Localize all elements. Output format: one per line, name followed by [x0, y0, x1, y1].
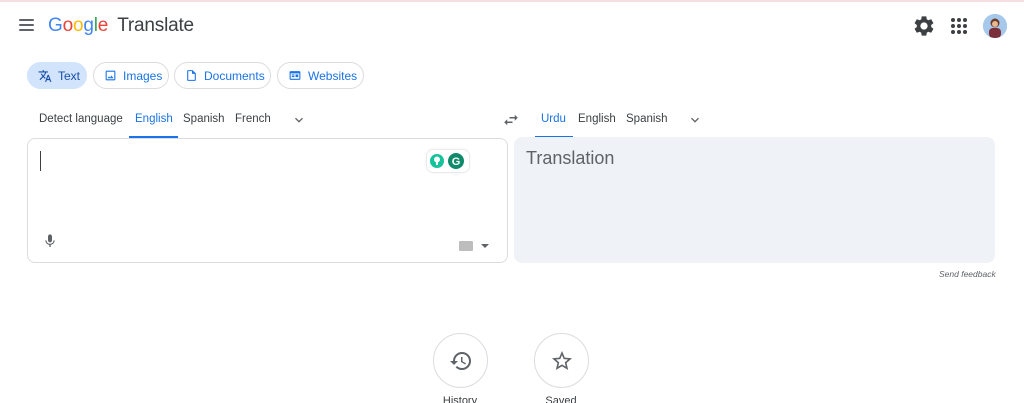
chevron-down-icon[interactable]: [291, 112, 307, 131]
text-cursor: [40, 151, 41, 171]
translate-icon: [38, 69, 52, 82]
logo-letter: G: [48, 15, 63, 36]
lang-english[interactable]: English: [135, 113, 173, 125]
lang-spanish[interactable]: Spanish: [626, 113, 668, 125]
history-icon: [450, 352, 471, 370]
product-name: Translate: [117, 15, 194, 36]
microphone-icon[interactable]: [42, 233, 58, 254]
saved-label: Saved: [545, 395, 577, 403]
send-feedback-link[interactable]: Send feedback: [939, 269, 996, 279]
menu-icon[interactable]: [14, 12, 40, 38]
avatar[interactable]: [983, 14, 1007, 38]
tab-images-label: Images: [123, 68, 163, 83]
target-language-bar: Urdu English Spanish: [535, 109, 995, 139]
image-icon: [105, 70, 116, 81]
source-language-bar: Detect language English Spanish French: [27, 109, 497, 139]
lang-urdu[interactable]: Urdu: [541, 113, 566, 125]
translation-output-panel: Translation: [514, 137, 995, 263]
settings-icon[interactable]: [912, 14, 936, 38]
grammarly-widget[interactable]: G: [427, 150, 469, 172]
keyboard-icon[interactable]: [459, 239, 491, 257]
app-header: Google Translate: [0, 2, 1024, 50]
document-icon: [187, 70, 196, 81]
lang-detect-language[interactable]: Detect language: [39, 113, 123, 125]
saved-button[interactable]: [534, 333, 589, 388]
website-icon: [289, 71, 301, 80]
logo-letter: o: [62, 15, 74, 36]
tab-text-label: Text: [58, 68, 81, 83]
logo-letter: o: [72, 15, 84, 36]
tab-images[interactable]: Images: [93, 62, 169, 89]
apps-icon[interactable]: [947, 14, 971, 38]
star-icon: [552, 351, 572, 370]
source-text-panel[interactable]: G: [27, 138, 508, 263]
translation-placeholder: Translation: [526, 148, 615, 168]
tab-documents[interactable]: Documents: [174, 62, 271, 89]
tab-documents-label: Documents: [204, 68, 265, 83]
app-logo[interactable]: Google Translate: [48, 15, 194, 37]
chevron-down-icon[interactable]: [687, 112, 703, 131]
history-button[interactable]: [433, 333, 488, 388]
history-label: History: [442, 395, 478, 403]
tab-websites-label: Websites: [308, 68, 358, 83]
svg-text:G: G: [452, 156, 461, 168]
logo-letter: e: [97, 15, 109, 36]
tab-websites[interactable]: Websites: [277, 62, 364, 89]
lang-english[interactable]: English: [578, 113, 616, 125]
tab-text[interactable]: Text: [27, 62, 87, 89]
lang-spanish[interactable]: Spanish: [183, 113, 225, 125]
logo-letter: g: [83, 15, 94, 36]
lang-french[interactable]: French: [235, 113, 271, 125]
swap-languages-icon[interactable]: [501, 111, 521, 134]
